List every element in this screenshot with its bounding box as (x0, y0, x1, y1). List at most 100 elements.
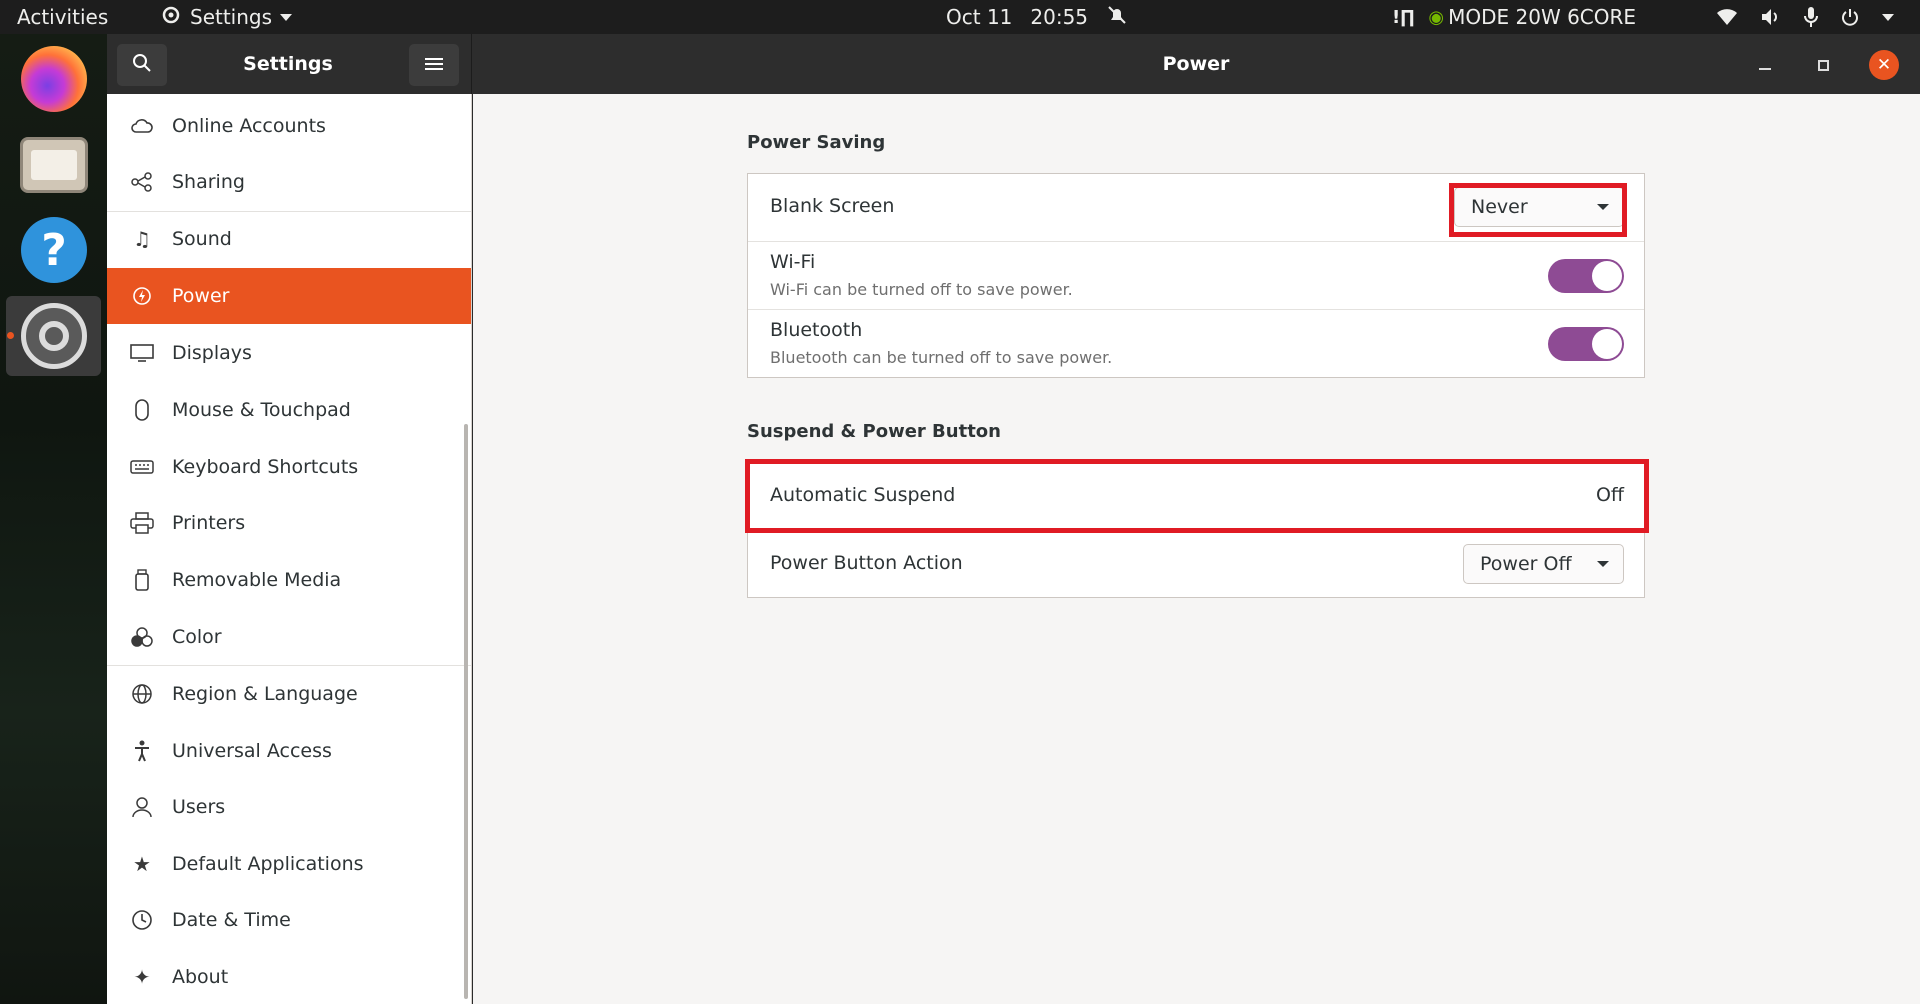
wifi-icon (1716, 8, 1738, 26)
bluetooth-label: Bluetooth (770, 319, 863, 341)
running-indicator (7, 332, 14, 339)
close-icon: ✕ (1876, 55, 1892, 75)
app-menu-label: Settings (190, 5, 273, 29)
sidebar-item-label: Mouse & Touchpad (172, 399, 351, 421)
sidebar-item-displays[interactable]: Displays (107, 325, 471, 381)
sidebar-item-about[interactable]: ✦ About (107, 949, 471, 1004)
dock-firefox[interactable] (19, 44, 89, 114)
sidebar-item-region-language[interactable]: Region & Language (107, 666, 471, 722)
system-monitor-icon: !∏ (1392, 6, 1415, 28)
sidebar-item-label: Keyboard Shortcuts (172, 456, 359, 478)
notifications-off-icon (1106, 4, 1128, 31)
removable-media-icon (127, 569, 157, 591)
system-status-menu[interactable] (1716, 0, 1894, 34)
close-button[interactable]: ✕ (1869, 50, 1899, 80)
files-icon (20, 137, 88, 193)
sidebar-item-default-applications[interactable]: ★ Default Applications (107, 836, 471, 892)
power-button-action-dropdown[interactable]: Power Off (1463, 544, 1624, 584)
header-bar: Settings Power ✕ (107, 34, 1920, 94)
sparkle-icon: ✦ (133, 965, 151, 989)
minimize-icon (1759, 68, 1771, 70)
sidebar-item-label: Displays (172, 342, 252, 364)
bluetooth-row: Bluetooth Bluetooth can be turned off to… (748, 310, 1644, 378)
sidebar-item-label: Sharing (172, 171, 245, 193)
accessibility-icon (127, 740, 157, 762)
sidebar-item-label: Date & Time (172, 909, 291, 931)
gear-icon (160, 4, 182, 31)
sidebar-item-users[interactable]: Users (107, 779, 471, 835)
activities-button[interactable]: Activities (17, 0, 108, 34)
wifi-row: Wi-Fi Wi-Fi can be turned off to save po… (748, 242, 1644, 310)
sidebar-item-label: About (172, 966, 229, 988)
clock[interactable]: Oct 11 20:55 (946, 0, 1128, 34)
volume-icon (1760, 7, 1782, 27)
keyboard-icon (127, 459, 157, 475)
sidebar-item-printers[interactable]: Printers (107, 495, 471, 551)
page-title: Power (1162, 53, 1230, 75)
suspend-heading: Suspend & Power Button (747, 421, 1001, 442)
nvidia-icon: ◉ (1428, 6, 1445, 28)
sidebar-item-universal-access[interactable]: Universal Access (107, 723, 471, 779)
bluetooth-description: Bluetooth can be turned off to save powe… (770, 348, 1113, 367)
search-button[interactable] (117, 44, 167, 86)
power-button-action-value: Power Off (1480, 553, 1572, 575)
display-icon (127, 343, 157, 363)
sidebar: Online Accounts Sharing ♫ Sound Power Di… (107, 94, 472, 1004)
dock-help[interactable]: ? (19, 215, 89, 285)
gpu-mode-label: MODE 20W 6CORE (1448, 5, 1637, 29)
minimize-button[interactable] (1750, 50, 1780, 80)
sidebar-item-label: Default Applications (172, 853, 364, 875)
sidebar-item-label: Online Accounts (172, 115, 326, 137)
mouse-icon (127, 399, 157, 421)
sidebar-item-label: Power (172, 285, 230, 307)
blank-screen-highlight (1449, 183, 1627, 237)
chevron-down-icon (1597, 561, 1609, 567)
maximize-icon (1817, 59, 1829, 71)
sidebar-item-online-accounts[interactable]: Online Accounts (107, 98, 471, 154)
help-icon: ? (21, 217, 87, 283)
time-label: 20:55 (1030, 5, 1089, 29)
maximize-button[interactable] (1808, 50, 1838, 80)
cloud-icon (127, 118, 157, 134)
sidebar-title: Settings (243, 53, 333, 75)
activities-label: Activities (17, 5, 109, 29)
wifi-toggle[interactable] (1548, 259, 1624, 293)
power-saving-heading: Power Saving (747, 132, 886, 153)
sidebar-item-color[interactable]: Color (107, 609, 471, 665)
date-label: Oct 11 (946, 5, 1013, 29)
dock-files[interactable] (19, 130, 89, 200)
gpu-indicator[interactable]: !∏ ◉ MODE 20W 6CORE (1392, 0, 1636, 34)
sidebar-item-keyboard-shortcuts[interactable]: Keyboard Shortcuts (107, 439, 471, 495)
settings-icon (21, 303, 87, 369)
power-icon (127, 286, 157, 306)
sidebar-item-sharing[interactable]: Sharing (107, 154, 471, 210)
top-bar: Activities Settings Oct 11 20:55 !∏ ◉ MO… (0, 0, 1920, 34)
automatic-suspend-highlight (745, 459, 1649, 533)
sidebar-item-label: Color (172, 626, 222, 648)
power-button-action-label: Power Button Action (770, 552, 963, 574)
sidebar-scrollbar[interactable] (464, 424, 468, 999)
dock-settings[interactable] (19, 301, 89, 371)
sidebar-item-sound[interactable]: ♫ Sound (107, 211, 471, 267)
menu-button[interactable] (409, 44, 459, 86)
power-icon (1840, 7, 1860, 27)
sidebar-item-label: Sound (172, 228, 232, 250)
hamburger-icon (425, 56, 443, 75)
search-icon (132, 53, 152, 77)
bluetooth-toggle[interactable] (1548, 327, 1624, 361)
clock-icon (127, 909, 157, 931)
app-menu[interactable]: Settings (160, 0, 293, 34)
sidebar-item-removable-media[interactable]: Removable Media (107, 552, 471, 608)
toggle-knob (1592, 261, 1622, 291)
sidebar-item-mouse-touchpad[interactable]: Mouse & Touchpad (107, 382, 471, 438)
toggle-knob (1592, 329, 1622, 359)
sidebar-item-label: Region & Language (172, 683, 358, 705)
color-icon (127, 626, 157, 648)
wifi-label: Wi-Fi (770, 251, 816, 273)
sidebar-item-power[interactable]: Power (107, 268, 471, 324)
sidebar-item-label: Removable Media (172, 569, 342, 591)
chevron-down-icon (280, 13, 293, 21)
chevron-down-icon (1882, 13, 1894, 21)
globe-icon (127, 683, 157, 705)
sidebar-item-date-time[interactable]: Date & Time (107, 892, 471, 948)
